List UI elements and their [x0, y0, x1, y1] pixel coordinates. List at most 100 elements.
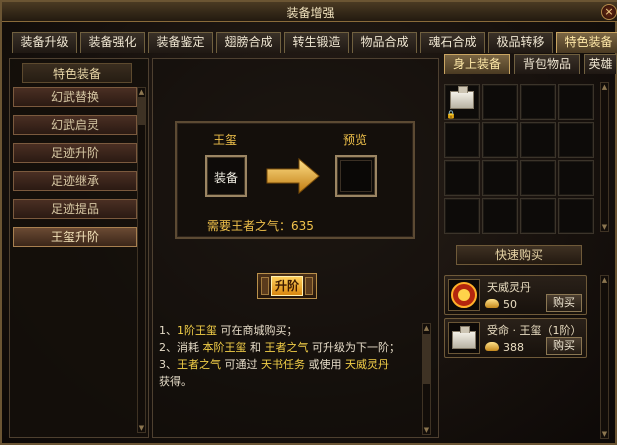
scroll-thumb[interactable]	[423, 334, 430, 384]
grid-scrollbar[interactable]: ▲ ▼	[600, 82, 609, 232]
buy-button[interactable]: 购买	[546, 337, 582, 355]
shop-item-name: 受命 · 王玺（1阶）	[487, 324, 582, 337]
desc-highlight: 王者之气	[264, 341, 309, 354]
button-cap-left	[261, 277, 269, 295]
scroll-up-icon[interactable]: ▲	[423, 324, 430, 332]
grid-cell[interactable]	[482, 122, 518, 158]
right-panel: 身上装备 背包物品 英雄 🔒 ▲ ▼ 快速购买 天威灵丹 50 购买 受命 · …	[442, 54, 617, 440]
preview-slot	[335, 155, 377, 197]
menu-item-footprint-quality[interactable]: 足迹提品	[13, 199, 137, 219]
ingot-icon	[485, 299, 499, 308]
shop-item-name: 天威灵丹	[487, 281, 531, 294]
shop-item-price: 388	[503, 341, 524, 354]
tab-bag-items[interactable]: 背包物品	[514, 54, 580, 74]
preview-label: 预览	[343, 133, 368, 147]
grid-cell[interactable]	[482, 160, 518, 196]
scroll-down-icon[interactable]: ▼	[138, 424, 145, 432]
grid-cell[interactable]	[444, 122, 480, 158]
left-scrollbar[interactable]: ▲ ▼	[137, 87, 146, 433]
shop-item-price: 50	[503, 298, 517, 311]
tab-soulstone-synthesis[interactable]: 魂石合成	[420, 32, 485, 53]
button-cap-right	[305, 277, 313, 295]
quick-buy-header: 快速购买	[456, 245, 582, 265]
description-area: 1、1阶王玺 可在商城购买； 2、消耗 本阶王玺 和 王者之气 可升级为下一阶；…	[155, 321, 435, 436]
scroll-down-icon[interactable]: ▼	[601, 223, 608, 231]
grid-cell[interactable]	[520, 198, 556, 234]
grid-cell[interactable]	[520, 160, 556, 196]
menu-item-footprint-upgrade[interactable]: 足迹升阶	[13, 143, 137, 163]
seal-shape	[452, 326, 476, 349]
desc-line-4: 获得。	[159, 375, 192, 388]
grid-cell[interactable]	[482, 198, 518, 234]
upgrade-box: 王玺 预览 装备 需要王者之气：635	[175, 121, 415, 239]
top-tabs: 装备升级 装备强化 装备鉴定 翅膀合成 转生锻造 物品合成 魂石合成 极品转移 …	[12, 32, 617, 53]
menu-item-huanwu-awaken[interactable]: 幻武启灵	[13, 115, 137, 135]
grid-cell[interactable]	[558, 84, 594, 120]
desc-highlight: 王者之气	[177, 358, 221, 371]
equip-label: 王玺	[213, 133, 238, 147]
desc-text: 1、	[159, 324, 177, 337]
desc-line-1: 1、1阶王玺 可在商城购买；	[159, 323, 298, 338]
grid-cell[interactable]	[444, 198, 480, 234]
upgrade-panel: 王玺 预览 装备 需要王者之气：635 升阶 1、1阶王玺 可在商城购买； 2、…	[152, 58, 439, 438]
ingot-icon	[485, 342, 499, 351]
grid-cell[interactable]	[558, 122, 594, 158]
desc-text: 和	[246, 341, 265, 354]
desc-line-2: 2、消耗 本阶王玺 和 王者之气 可升级为下一阶；	[159, 340, 400, 355]
grid-cell[interactable]	[558, 160, 594, 196]
tab-equip-upgrade[interactable]: 装备升级	[12, 32, 77, 53]
tab-worn-equipment[interactable]: 身上装备	[444, 54, 510, 74]
close-icon[interactable]: ×	[601, 4, 617, 20]
left-menu-header: 特色装备	[22, 63, 132, 83]
equip-slot[interactable]: 装备	[205, 155, 247, 197]
desc-highlight: 本阶王玺	[202, 341, 247, 354]
scroll-down-icon[interactable]: ▼	[423, 426, 430, 434]
tab-equip-strengthen[interactable]: 装备强化	[80, 32, 145, 53]
scroll-up-icon[interactable]: ▲	[138, 88, 145, 96]
grid-cell[interactable]	[558, 198, 594, 234]
menu-item-huanwu-replace[interactable]: 幻武替换	[13, 87, 137, 107]
title-bar: 装备增强 ×	[2, 2, 617, 22]
arrow-right-icon	[266, 157, 320, 195]
shop-item-tianwei-dan: 天威灵丹 50 购买	[444, 275, 587, 315]
window-frame: 装备增强 × 装备升级 装备强化 装备鉴定 翅膀合成 转生锻造 物品合成 魂石合…	[0, 0, 617, 445]
desc-text: 或使用	[305, 358, 345, 371]
quick-buy-scrollbar[interactable]: ▲ ▼	[600, 275, 609, 439]
scroll-up-icon[interactable]: ▲	[601, 276, 608, 284]
desc-text: 可在商城购买；	[217, 324, 298, 337]
grid-cell[interactable]: 🔒	[444, 84, 480, 120]
desc-text: 可升级为下一阶；	[308, 341, 400, 354]
scroll-down-icon[interactable]: ▼	[601, 430, 608, 438]
tab-item-synthesis[interactable]: 物品合成	[352, 32, 417, 53]
menu-item-seal-upgrade[interactable]: 王玺升阶	[13, 227, 137, 247]
lock-icon: 🔒	[446, 110, 456, 119]
desc-scrollbar[interactable]: ▲ ▼	[422, 323, 431, 435]
grid-cell[interactable]	[520, 84, 556, 120]
menu-item-footprint-inherit[interactable]: 足迹继承	[13, 171, 137, 191]
desc-highlight: 1阶王玺	[177, 324, 217, 337]
grid-cell[interactable]	[444, 160, 480, 196]
tab-special-equipment[interactable]: 特色装备	[556, 32, 617, 53]
tab-rebirth-forge[interactable]: 转生锻造	[284, 32, 349, 53]
desc-highlight: 天书任务	[261, 358, 305, 371]
tab-hero[interactable]: 英雄	[584, 54, 617, 74]
buy-button[interactable]: 购买	[546, 294, 582, 312]
equipment-grid: 🔒	[442, 82, 602, 234]
dan-icon	[448, 279, 480, 311]
desc-text: 3、	[159, 358, 177, 371]
upgrade-button[interactable]: 升阶	[257, 273, 317, 299]
scroll-thumb[interactable]	[138, 97, 145, 125]
upgrade-button-label: 升阶	[271, 276, 303, 296]
seal-icon	[450, 86, 474, 109]
desc-line-3: 3、王者之气 可通过 天书任务 或使用 天威灵丹	[159, 357, 389, 372]
equip-slot-text: 装备	[213, 171, 238, 185]
shop-item-seal-level1: 受命 · 王玺（1阶） 388 购买	[444, 318, 587, 358]
need-kingqi-text: 需要王者之气：635	[207, 219, 314, 233]
grid-cell[interactable]	[520, 122, 556, 158]
tab-wing-synthesis[interactable]: 翅膀合成	[216, 32, 281, 53]
tab-rare-transfer[interactable]: 极品转移	[488, 32, 553, 53]
scroll-up-icon[interactable]: ▲	[601, 83, 608, 91]
tab-equip-identify[interactable]: 装备鉴定	[148, 32, 213, 53]
grid-cell[interactable]	[482, 84, 518, 120]
seal-icon	[448, 322, 480, 354]
